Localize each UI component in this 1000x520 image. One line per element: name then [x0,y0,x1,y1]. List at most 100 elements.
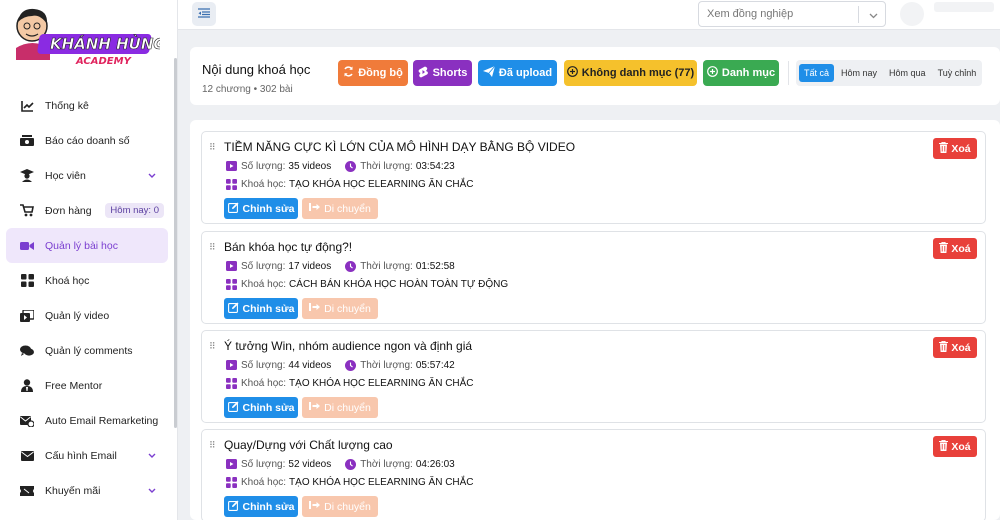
colleague-select[interactable]: Xem đồng nghiệp [698,1,886,27]
delete-button[interactable]: Xoá [933,337,977,358]
user-name-blurred[interactable] [934,2,994,12]
sidebar-item-khoa-hoc[interactable]: Khoá học [6,263,168,298]
lesson-course-meta: Khoá học: TẠO KHÓA HỌC ELEARNING ĂN CHẮC [226,477,474,488]
sidebar-item-quan-ly-bai-hoc[interactable]: Quản lý bài học [6,228,168,263]
sidebar-item-auto-email-remarketing[interactable]: Auto Email Remarketing [6,403,168,438]
sync-icon [343,66,354,80]
edit-button[interactable]: Chỉnh sửa [224,298,298,319]
course-label: Khoá học: [241,279,287,290]
trash-icon [939,241,949,256]
tab-yesterday[interactable]: Hôm qua [884,64,931,82]
move-button[interactable]: Di chuyển [302,198,378,219]
money-bill-icon [20,134,34,148]
count-label: Số lượng: [241,261,286,272]
uploaded-button-label: Đã upload [498,67,553,79]
course-grid-icon [226,179,237,190]
no-category-button[interactable]: Không danh mục (77) [564,60,697,86]
sidebar-item-thong-ke[interactable]: Thống kê [6,88,168,123]
delete-button-label: Xoá [951,341,971,354]
move-button[interactable]: Di chuyển [302,298,378,319]
delete-button[interactable]: Xoá [933,436,977,457]
clock-icon [345,360,357,371]
sidebar-item-label: Khuyến mãi [45,484,101,497]
delete-button[interactable]: Xoá [933,138,977,159]
page-title: Nội dung khoá học [202,62,311,77]
move-icon [309,401,321,414]
video-count-icon [226,161,237,172]
sidebar-item-label: Quản lý video [45,309,110,322]
sync-button[interactable]: Đồng bộ [338,60,408,86]
video-icon [20,239,34,253]
sidebar-item-quan-ly-comments[interactable]: Quản lý comments [6,333,168,368]
edit-button[interactable]: Chỉnh sửa [224,496,298,517]
move-button-label: Di chuyển [324,500,371,513]
menu-collapse-icon [198,5,210,23]
video-count: 35 videos [288,161,332,172]
shorts-button[interactable]: Shorts [413,60,472,86]
graduate-icon [20,169,34,183]
course-label: Khoá học: [241,378,287,389]
category-button[interactable]: Danh mục [703,60,779,86]
ticket-icon [20,484,34,498]
select-separator [858,6,859,23]
duration-value: 03:54:23 [415,161,455,172]
count-label: Số lượng: [241,360,286,371]
move-button[interactable]: Di chuyển [302,496,378,517]
delete-button[interactable]: Xoá [933,238,977,259]
move-button[interactable]: Di chuyển [302,397,378,418]
sidebar-item-don-hang[interactable]: Đơn hàng Hôm nay: 0 [6,193,168,228]
duration-label: Thời lượng: [360,360,413,371]
drag-handle-icon[interactable]: ⠿ [209,341,216,352]
film-icon [20,309,34,323]
drag-handle-icon[interactable]: ⠿ [209,142,216,153]
sidebar-item-label: Quản lý bài học [45,239,118,252]
plus-circle-icon [707,66,718,80]
lesson-card[interactable]: ⠿ TIỀM NĂNG CỰC KÌ LỚN CỦA MÔ HÌNH DẠY B… [201,131,986,224]
lesson-card[interactable]: ⠿ Bán khóa học tự động?! Số lượng: 17 vid… [201,231,986,324]
user-avatar[interactable] [900,2,924,26]
edit-button[interactable]: Chỉnh sửa [224,397,298,418]
sidebar-item-label: Đơn hàng [45,204,92,217]
move-icon [309,202,321,215]
course-grid-icon [226,279,237,290]
edit-button-label: Chỉnh sửa [242,500,295,513]
tab-today[interactable]: Hôm nay [836,64,882,82]
divider [788,61,789,85]
lesson-card[interactable]: ⠿ Quay/Dựng với Chất lượng cao Số lượng:… [201,429,986,520]
tab-custom[interactable]: Tuỳ chỉnh [933,64,982,82]
video-count-icon [226,360,237,371]
sidebar: KHÁNH HÙNG ACADEMY Thống kê Báo cáo doan… [0,0,178,520]
video-count-icon [226,261,237,272]
sidebar-item-free-mentor[interactable]: Free Mentor [6,368,168,403]
drag-handle-icon[interactable]: ⠿ [209,242,216,253]
logo-text-line2: ACADEMY [75,56,133,66]
drag-handle-icon[interactable]: ⠿ [209,440,216,451]
date-filter-tabs: Tất cả Hôm nay Hôm qua Tuỳ chỉnh [796,60,982,86]
lesson-meta: Số lượng: 35 videos Thời lượng: 03:54:23 [226,161,455,172]
brand-logo[interactable]: KHÁNH HÙNG ACADEMY [10,4,160,66]
clock-icon [345,261,357,272]
sidebar-nav: Thống kê Báo cáo doanh số Học viên Đơn h… [6,88,168,508]
sidebar-item-label: Quản lý comments [45,344,133,357]
sidebar-item-hoc-vien[interactable]: Học viên [6,158,168,193]
lesson-title: Bán khóa học tự động?! [224,240,353,254]
uploaded-button[interactable]: Đã upload [478,60,557,86]
chart-line-icon [20,99,34,113]
sidebar-item-cau-hinh-email[interactable]: Cấu hình Email [6,438,168,473]
video-count: 44 videos [288,360,332,371]
tab-all[interactable]: Tất cả [799,64,835,82]
sidebar-item-khuyen-mai[interactable]: Khuyến mãi [6,473,168,508]
lesson-course-meta: Khoá học: TẠO KHÓA HỌC ELEARNING ĂN CHẮC [226,378,474,389]
course-header-card: Nội dung khoá học 12 chương • 302 bài Đồ… [190,47,1000,105]
sidebar-item-bao-cao-doanh-so[interactable]: Báo cáo doanh số [6,123,168,158]
sidebar-item-label: Auto Email Remarketing [45,414,159,427]
lesson-card[interactable]: ⠿ Ý tưởng Win, nhóm audience ngon và địn… [201,330,986,423]
sidebar-scrollbar[interactable] [174,58,177,428]
move-button-label: Di chuyển [324,202,371,215]
shorts-button-label: Shorts [432,67,468,79]
edit-button[interactable]: Chỉnh sửa [224,198,298,219]
sidebar-item-quan-ly-video[interactable]: Quản lý video [6,298,168,333]
duration-value: 04:26:03 [415,459,455,470]
menu-toggle-button[interactable] [192,2,216,26]
duration-value: 01:52:58 [415,261,455,272]
